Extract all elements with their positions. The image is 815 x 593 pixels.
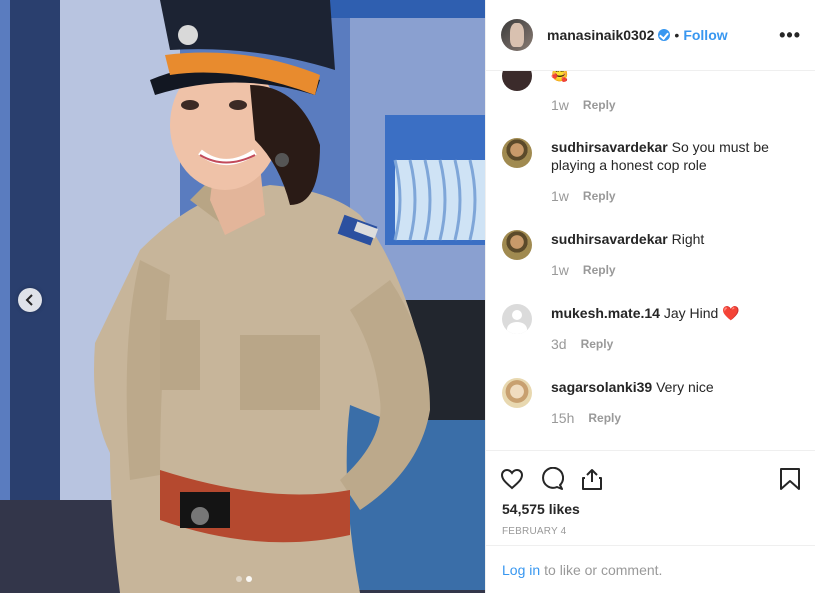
comment-item: 🥰 1w Reply bbox=[502, 71, 799, 113]
carousel-dot-active bbox=[246, 576, 252, 582]
commenter-avatar[interactable] bbox=[502, 378, 532, 408]
follow-button[interactable]: Follow bbox=[683, 27, 727, 43]
comment-text: Jay Hind ❤️ bbox=[663, 305, 740, 321]
heart-icon[interactable] bbox=[500, 467, 524, 491]
reply-button[interactable]: Reply bbox=[583, 189, 616, 203]
author-avatar[interactable] bbox=[501, 19, 533, 51]
carousel-dot bbox=[236, 576, 242, 582]
comment-time[interactable]: 1w bbox=[551, 97, 569, 113]
comment-item: sudhirsavardekar So you must be playing … bbox=[502, 138, 799, 204]
commenter-avatar[interactable] bbox=[502, 138, 532, 168]
comment-text: 🥰 bbox=[551, 71, 569, 82]
post-actions-area: 54,575 likes FEBRUARY 4 bbox=[486, 450, 815, 537]
reply-button[interactable]: Reply bbox=[588, 411, 621, 425]
post-side-panel: manasinaik0302 • Follow ••• 🥰 1w Reply s… bbox=[485, 0, 815, 593]
comment-icon[interactable] bbox=[540, 467, 564, 491]
reply-button[interactable]: Reply bbox=[583, 263, 616, 277]
reply-button[interactable]: Reply bbox=[581, 337, 614, 351]
login-link[interactable]: Log in bbox=[502, 562, 540, 578]
comment-username[interactable]: sagarsolanki39 bbox=[551, 379, 652, 395]
more-options-icon[interactable]: ••• bbox=[779, 26, 801, 44]
post-photo[interactable] bbox=[0, 0, 485, 593]
comment-username[interactable]: sudhirsavardekar bbox=[551, 231, 668, 247]
action-bar bbox=[486, 451, 815, 497]
comment-item: sudhirsavardekar Right 1w Reply bbox=[502, 230, 799, 278]
comment-time[interactable]: 1w bbox=[551, 188, 569, 204]
comment-text: Very nice bbox=[656, 379, 714, 395]
comment-time[interactable]: 15h bbox=[551, 410, 574, 426]
photo-illustration bbox=[0, 0, 485, 593]
carousel-prev-button[interactable] bbox=[18, 288, 42, 312]
commenter-avatar[interactable] bbox=[502, 230, 532, 260]
comment-username[interactable]: sudhirsavardekar bbox=[551, 139, 668, 155]
commenter-avatar[interactable] bbox=[502, 71, 532, 91]
comment-time[interactable]: 3d bbox=[551, 336, 567, 352]
author-username[interactable]: manasinaik0302 bbox=[547, 27, 654, 43]
chevron-left-icon bbox=[25, 294, 33, 306]
login-bar: Log in to like or comment. bbox=[486, 545, 815, 593]
comments-list[interactable]: 🥰 1w Reply sudhirsavardekar So you must … bbox=[486, 71, 815, 450]
verified-badge-icon bbox=[658, 29, 671, 41]
comment-time[interactable]: 1w bbox=[551, 262, 569, 278]
login-prompt: to like or comment. bbox=[544, 561, 663, 578]
comment-text: Right bbox=[671, 231, 705, 247]
post-date[interactable]: FEBRUARY 4 bbox=[486, 517, 815, 537]
commenter-avatar[interactable] bbox=[502, 304, 532, 334]
carousel-indicators bbox=[236, 576, 252, 582]
likes-count[interactable]: 54,575 likes bbox=[486, 497, 815, 517]
comment-item: mukesh.mate.14 Jay Hind ❤️ 3d Reply bbox=[502, 304, 799, 352]
header-separator: • bbox=[674, 27, 680, 43]
comment-username[interactable]: mukesh.mate.14 bbox=[551, 305, 660, 321]
reply-button[interactable]: Reply bbox=[583, 98, 616, 112]
comment-item: sagarsolanki39 Very nice 15h Reply bbox=[502, 378, 799, 426]
post-header: manasinaik0302 • Follow ••• bbox=[486, 0, 815, 71]
bookmark-icon[interactable] bbox=[779, 467, 801, 491]
share-icon[interactable] bbox=[580, 467, 604, 491]
